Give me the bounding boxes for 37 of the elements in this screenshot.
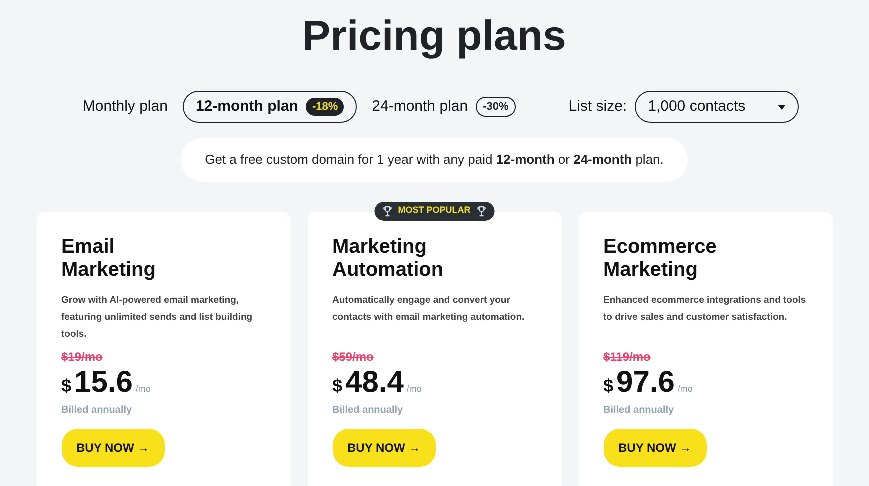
promo-banner: Get a free custom domain for 1 year with any paid 12-month or 24-month plan. (181, 138, 688, 182)
list-size-label: List size: (568, 96, 628, 117)
buy-now-button[interactable]: BUY NOW → (604, 428, 707, 466)
price: 48.4 (346, 366, 404, 400)
page-title: Pricing plans (302, 11, 566, 61)
discount-badge: -18% (306, 98, 344, 116)
plan-description: Automatically engage and convert your contacts with email marketing automation. (332, 294, 526, 324)
price-unit: /mo (136, 382, 151, 396)
list-size-dropdown[interactable]: 1,000 contacts (635, 91, 800, 123)
plan-description: Grow with AI-powered email marketing, featuring unlimited sends and list building tools. (62, 294, 254, 342)
trophy-icon (476, 206, 487, 216)
plan-name: Marketing Automation (332, 236, 445, 282)
plan-description: Enhanced ecommerce integrations and tools to drive sales and customer satisfaction. (604, 294, 808, 324)
currency-symbol: $ (62, 374, 72, 398)
plan-tab[interactable]: 12-month plan -18% (182, 91, 358, 123)
dropdown-caret-icon (778, 104, 786, 110)
currency-symbol: $ (604, 374, 614, 398)
billing-note: Billed annually (604, 404, 676, 418)
price-unit: /mo (406, 382, 422, 396)
plan-name: Ecommerce Marketing (604, 236, 718, 282)
plan-name: Email Marketing (62, 236, 157, 282)
currency-symbol: $ (332, 374, 343, 398)
price: 15.6 (74, 366, 133, 400)
buy-now-button[interactable]: BUY NOW → (62, 428, 165, 466)
buy-now-button[interactable]: BUY NOW → (332, 428, 436, 466)
old-price: $59/mo (332, 348, 375, 366)
trophy-icon (382, 206, 392, 216)
old-price: $19/mo (62, 348, 104, 366)
billing-note: Billed annually (62, 404, 134, 418)
price-unit: /mo (678, 382, 693, 396)
old-price: $119/mo (604, 348, 652, 366)
price: 97.6 (616, 366, 675, 400)
badge-label: MOST POPULAR (398, 204, 471, 218)
plan-tab[interactable]: 24-month plan -30% (359, 91, 529, 123)
billing-note: Billed annually (332, 404, 404, 418)
discount-badge: -30% (476, 97, 516, 117)
plan-tab[interactable]: Monthly plan (70, 91, 181, 123)
